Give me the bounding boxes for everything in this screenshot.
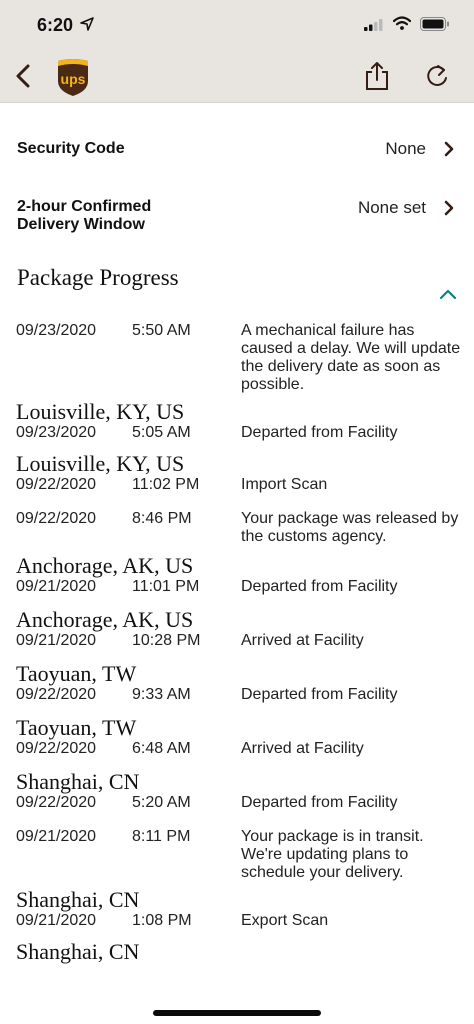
delivery-window-row[interactable]: 2-hour Confirmed Delivery Window None se… — [0, 197, 474, 237]
progress-entry: Taoyuan, TW 09/22/2020 9:33 AM Departed fro… — [0, 662, 474, 708]
delivery-window-value: None set — [357, 198, 426, 217]
share-icon[interactable] — [364, 60, 390, 92]
security-code-label: Security Code — [17, 140, 125, 157]
progress-time: 11:02 PM — [132, 476, 200, 493]
progress-entry: 09/21/2020 8:11 PM Your package is in tran… — [0, 828, 474, 882]
progress-entry: Anchorage, AK, US 09/21/2020 11:01 PM Depar… — [0, 554, 474, 600]
progress-date: 09/22/2020 — [16, 740, 97, 757]
wifi-icon — [393, 16, 411, 30]
progress-date: 09/21/2020 — [16, 578, 97, 595]
progress-time: 5:20 AM — [132, 794, 191, 811]
progress-entry: Louisville, KY, US 09/23/2020 5:05 AM Depar… — [0, 400, 474, 446]
progress-location: Taoyuan, TW — [16, 715, 137, 740]
progress-time: 9:33 AM — [132, 686, 191, 703]
progress-description: A mechanical failure has caused a delay.… — [241, 322, 461, 393]
progress-time: 8:11 PM — [132, 828, 191, 845]
progress-time: 1:08 PM — [132, 912, 192, 929]
progress-location: Shanghai, CN — [16, 769, 140, 794]
progress-date: 09/22/2020 — [16, 686, 97, 703]
delivery-window-label-line2: Delivery Window — [17, 216, 145, 233]
progress-description: Export Scan — [241, 912, 329, 929]
progress-row: 09/21/2020 11:01 PM Departed from Facility — [0, 578, 474, 600]
progress-row: 09/22/2020 9:33 AM Departed from Facility — [0, 686, 474, 708]
progress-location: Louisville, KY, US — [16, 399, 185, 424]
security-code-row[interactable]: Security Code None — [0, 138, 474, 162]
progress-list: 09/23/2020 5:50 AM A mechanical failure ha… — [0, 322, 474, 964]
progress-time: 11:01 PM — [132, 578, 200, 595]
progress-row: 09/22/2020 6:48 AM Arrived at Facility — [0, 740, 474, 762]
ups-logo-text: ups — [61, 71, 86, 87]
progress-row: 09/23/2020 5:05 AM Departed from Facility — [0, 424, 474, 446]
progress-entry: Louisville, KY, US 09/22/2020 11:02 PM Impo… — [0, 452, 474, 498]
progress-date: 09/21/2020 — [16, 912, 97, 929]
progress-date: 09/22/2020 — [16, 510, 97, 527]
delivery-window-label: 2-hour Confirmed Delivery Window — [17, 198, 151, 234]
progress-time: 6:48 AM — [132, 740, 191, 757]
ups-logo: ups — [58, 59, 88, 96]
progress-time: 5:50 AM — [132, 322, 191, 339]
progress-description: Your package was released by the customs… — [241, 510, 459, 545]
progress-entry: 09/22/2020 8:46 PM Your package was releas… — [0, 510, 474, 546]
chevron-right-icon — [444, 141, 454, 157]
progress-description: Import Scan — [241, 476, 328, 493]
progress-row: 09/22/2020 8:46 PM Your package was releas… — [0, 510, 474, 546]
delivery-window-label-line1: 2-hour Confirmed — [17, 198, 152, 215]
progress-location: Taoyuan, TW — [16, 661, 137, 686]
chevron-right-icon — [444, 200, 454, 216]
progress-row: 09/23/2020 5:50 AM A mechanical failure ha… — [0, 322, 474, 394]
progress-description: Arrived at Facility — [241, 632, 364, 649]
package-progress-title: Package Progress — [17, 265, 179, 290]
progress-location: Shanghai, CN — [16, 939, 140, 964]
progress-date: 09/23/2020 — [16, 322, 97, 339]
security-code-value: None — [385, 139, 426, 158]
progress-row: 09/22/2020 5:20 AM Departed from Facility — [0, 794, 474, 816]
progress-description: Your package is in transit. We're updati… — [241, 828, 424, 881]
progress-description: Departed from Facility — [241, 686, 398, 703]
refresh-icon[interactable] — [424, 62, 450, 90]
progress-location: Louisville, KY, US — [16, 451, 185, 476]
status-time: 6:20 — [37, 15, 74, 35]
progress-description: Arrived at Facility — [241, 740, 364, 757]
progress-date: 09/21/2020 — [16, 828, 97, 845]
progress-entry: Shanghai, CN — [0, 940, 474, 964]
progress-row: 09/21/2020 8:11 PM Your package is in tran… — [0, 828, 474, 882]
progress-location: Anchorage, AK, US — [16, 607, 194, 632]
progress-location: Shanghai, CN — [16, 887, 140, 912]
progress-date: 09/22/2020 — [16, 794, 97, 811]
progress-time: 8:46 PM — [132, 510, 192, 527]
progress-entry: 09/23/2020 5:50 AM A mechanical failure ha… — [0, 322, 474, 394]
progress-time: 5:05 AM — [132, 424, 191, 441]
progress-date: 09/22/2020 — [16, 476, 97, 493]
progress-entry: Shanghai, CN 09/21/2020 1:08 PM Export Scan — [0, 888, 474, 934]
progress-entry: Shanghai, CN 09/22/2020 5:20 AM Departed fr… — [0, 770, 474, 816]
progress-row: 09/22/2020 11:02 PM Import Scan — [0, 476, 474, 498]
progress-time: 10:28 PM — [132, 632, 201, 649]
progress-description: Departed from Facility — [241, 424, 398, 441]
progress-row: 09/21/2020 10:28 PM Arrived at Facility — [0, 632, 474, 654]
toolbar: ups — [0, 50, 474, 103]
home-indicator — [153, 1010, 321, 1016]
progress-row: 09/21/2020 1:08 PM Export Scan — [0, 912, 474, 934]
progress-entry: Anchorage, AK, US 09/21/2020 10:28 PM Arriv… — [0, 608, 474, 654]
progress-description: Departed from Facility — [241, 578, 398, 595]
status-bar: 6:20 — [0, 0, 474, 50]
progress-entry: Taoyuan, TW 09/22/2020 6:48 AM Arrived at F… — [0, 716, 474, 762]
back-chevron-icon[interactable] — [12, 62, 36, 90]
progress-description: Departed from Facility — [241, 794, 398, 811]
location-arrow-icon — [80, 17, 94, 31]
cellular-signal-icon — [364, 19, 383, 31]
progress-date: 09/23/2020 — [16, 424, 97, 441]
battery-icon — [420, 17, 449, 31]
progress-location: Anchorage, AK, US — [16, 553, 194, 578]
progress-date: 09/21/2020 — [16, 632, 97, 649]
chevron-up-icon[interactable] — [439, 288, 457, 300]
